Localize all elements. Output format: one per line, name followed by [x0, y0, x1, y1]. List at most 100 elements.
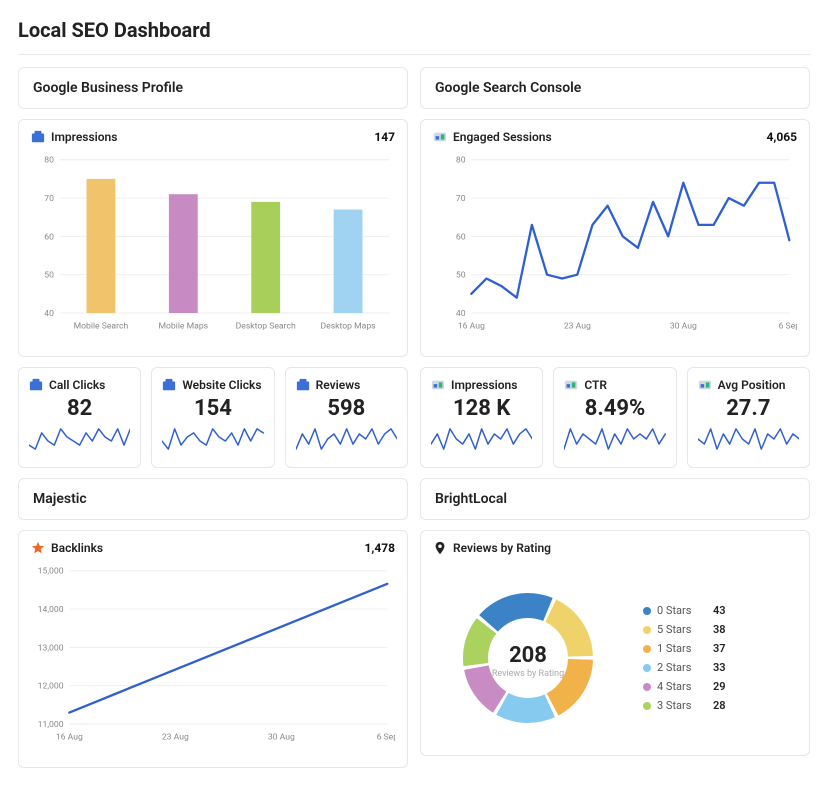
legend-value: 33 [713, 661, 726, 674]
right-column: Google Search Console Engaged Sessions 4… [420, 67, 810, 768]
kpi-value: 128 K [431, 396, 532, 421]
svg-text:80: 80 [456, 156, 466, 166]
sparkline [162, 425, 263, 453]
section-header-gsc: Google Search Console [420, 67, 810, 109]
kpi-title: Avg Position [718, 378, 786, 392]
legend-value: 37 [713, 642, 726, 655]
svg-text:12,000: 12,000 [38, 682, 64, 692]
svg-text:16 Aug: 16 Aug [56, 732, 83, 742]
pin-icon [433, 541, 447, 555]
svg-text:Desktop Maps: Desktop Maps [321, 321, 377, 331]
kpi-value: 598 [296, 396, 397, 421]
legend-row: 3 Stars 28 [643, 699, 726, 712]
legend-row: 5 Stars 38 [643, 623, 726, 636]
sparkline [564, 425, 665, 453]
widget-value: 147 [374, 130, 395, 144]
sparkline [296, 425, 397, 453]
kpi-website-clicks: Website Clicks 154 [151, 367, 274, 468]
donut-legend: 0 Stars 43 5 Stars 38 1 Stars37 2 Stars 33 4 St… [643, 604, 726, 712]
svg-text:6 Sep: 6 Sep [377, 732, 395, 742]
svg-text:15,000: 15,000 [38, 567, 64, 577]
svg-text:40: 40 [44, 309, 54, 319]
gsc-logo-icon [564, 378, 578, 392]
svg-text:16 Aug: 16 Aug [458, 321, 485, 331]
gbp-logo-icon [296, 378, 310, 392]
widget-title: Reviews by Rating [453, 541, 551, 555]
legend-dot [643, 626, 651, 634]
legend-name: 3 Stars [657, 699, 707, 712]
svg-text:Reviews by Rating: Reviews by Rating [492, 669, 564, 679]
section-title: Google Search Console [435, 80, 795, 96]
gbp-kpi-row: Call Clicks 82 Website Clicks 154 Review… [18, 367, 408, 468]
kpi-avg-position: Avg Position 27.7 [687, 367, 810, 468]
legend-name: 0 Stars [657, 604, 707, 617]
svg-text:40: 40 [456, 309, 466, 319]
kpi-title: Call Clicks [49, 378, 105, 392]
legend-value: 38 [713, 623, 726, 636]
divider [18, 54, 810, 55]
legend-name: 4 Stars [657, 680, 707, 693]
gsc-logo-icon [433, 130, 447, 144]
engaged-sessions-card: Engaged Sessions 4,065 405060708016 Aug2… [420, 119, 810, 357]
backlinks-line-chart: 11,00012,00013,00014,00015,00016 Aug23 A… [31, 561, 395, 751]
legend-dot [643, 607, 651, 615]
kpi-value: 154 [162, 396, 263, 421]
sparkline [29, 425, 130, 453]
gsc-logo-icon [698, 378, 712, 392]
legend-name: 2 Stars [657, 661, 707, 674]
sparkline [698, 425, 799, 453]
svg-text:30 Aug: 30 Aug [670, 321, 697, 331]
kpi-value: 27.7 [698, 396, 799, 421]
kpi-call-clicks: Call Clicks 82 [18, 367, 141, 468]
section-title: BrightLocal [435, 491, 795, 507]
kpi-value: 82 [29, 396, 130, 421]
gsc-logo-icon [431, 378, 445, 392]
svg-text:60: 60 [44, 232, 54, 242]
star-icon [31, 541, 45, 555]
legend-dot [643, 702, 651, 710]
legend-row: 1 Stars37 [643, 642, 726, 655]
kpi-title: Impressions [451, 378, 517, 392]
svg-text:70: 70 [44, 194, 54, 204]
backlinks-card: Backlinks 1,478 11,00012,00013,00014,000… [18, 530, 408, 768]
left-column: Google Business Profile Impressions 147 … [18, 67, 408, 768]
legend-value: 28 [713, 699, 726, 712]
svg-text:14,000: 14,000 [38, 605, 64, 615]
gsc-kpi-row: Impressions 128 K CTR 8.49% Avg Position… [420, 367, 810, 468]
legend-row: 4 Stars29 [643, 680, 726, 693]
svg-text:50: 50 [456, 271, 466, 281]
sparkline [431, 425, 532, 453]
kpi-reviews: Reviews 598 [285, 367, 408, 468]
kpi-title: Reviews [316, 378, 361, 392]
widget-title: Backlinks [51, 541, 103, 555]
svg-text:23 Aug: 23 Aug [162, 732, 189, 742]
gbp-logo-icon [162, 378, 176, 392]
legend-value: 43 [713, 604, 726, 617]
svg-text:6 Sep: 6 Sep [779, 321, 797, 331]
section-header-majestic: Majestic [18, 478, 408, 520]
svg-text:70: 70 [456, 194, 466, 204]
kpi-value: 8.49% [564, 396, 665, 421]
reviews-donut-chart: 208Reviews by Rating [433, 573, 623, 743]
section-header-gbp: Google Business Profile [18, 67, 408, 109]
legend-dot [643, 645, 651, 653]
reviews-by-rating-card: Reviews by Rating 208Reviews by Rating 0… [420, 530, 810, 756]
widget-value: 4,065 [767, 130, 798, 144]
svg-text:Desktop Search: Desktop Search [236, 321, 296, 331]
legend-row: 2 Stars 33 [643, 661, 726, 674]
kpi-ctr: CTR 8.49% [553, 367, 676, 468]
legend-name: 5 Stars [657, 623, 707, 636]
gbp-impressions-card: Impressions 147 4050607080Mobile SearchM… [18, 119, 408, 357]
widget-title: Engaged Sessions [453, 130, 552, 144]
section-title: Google Business Profile [33, 80, 393, 96]
kpi-title: CTR [584, 378, 607, 392]
widget-value: 1,478 [365, 541, 396, 555]
svg-text:30 Aug: 30 Aug [268, 732, 295, 742]
engaged-line-chart: 405060708016 Aug23 Aug30 Aug6 Sep [433, 150, 797, 340]
svg-text:208: 208 [509, 643, 547, 668]
kpi-title: Website Clicks [182, 378, 261, 392]
svg-text:Mobile Maps: Mobile Maps [158, 321, 208, 331]
legend-row: 0 Stars 43 [643, 604, 726, 617]
svg-text:60: 60 [456, 232, 466, 242]
gbp-logo-icon [29, 378, 43, 392]
